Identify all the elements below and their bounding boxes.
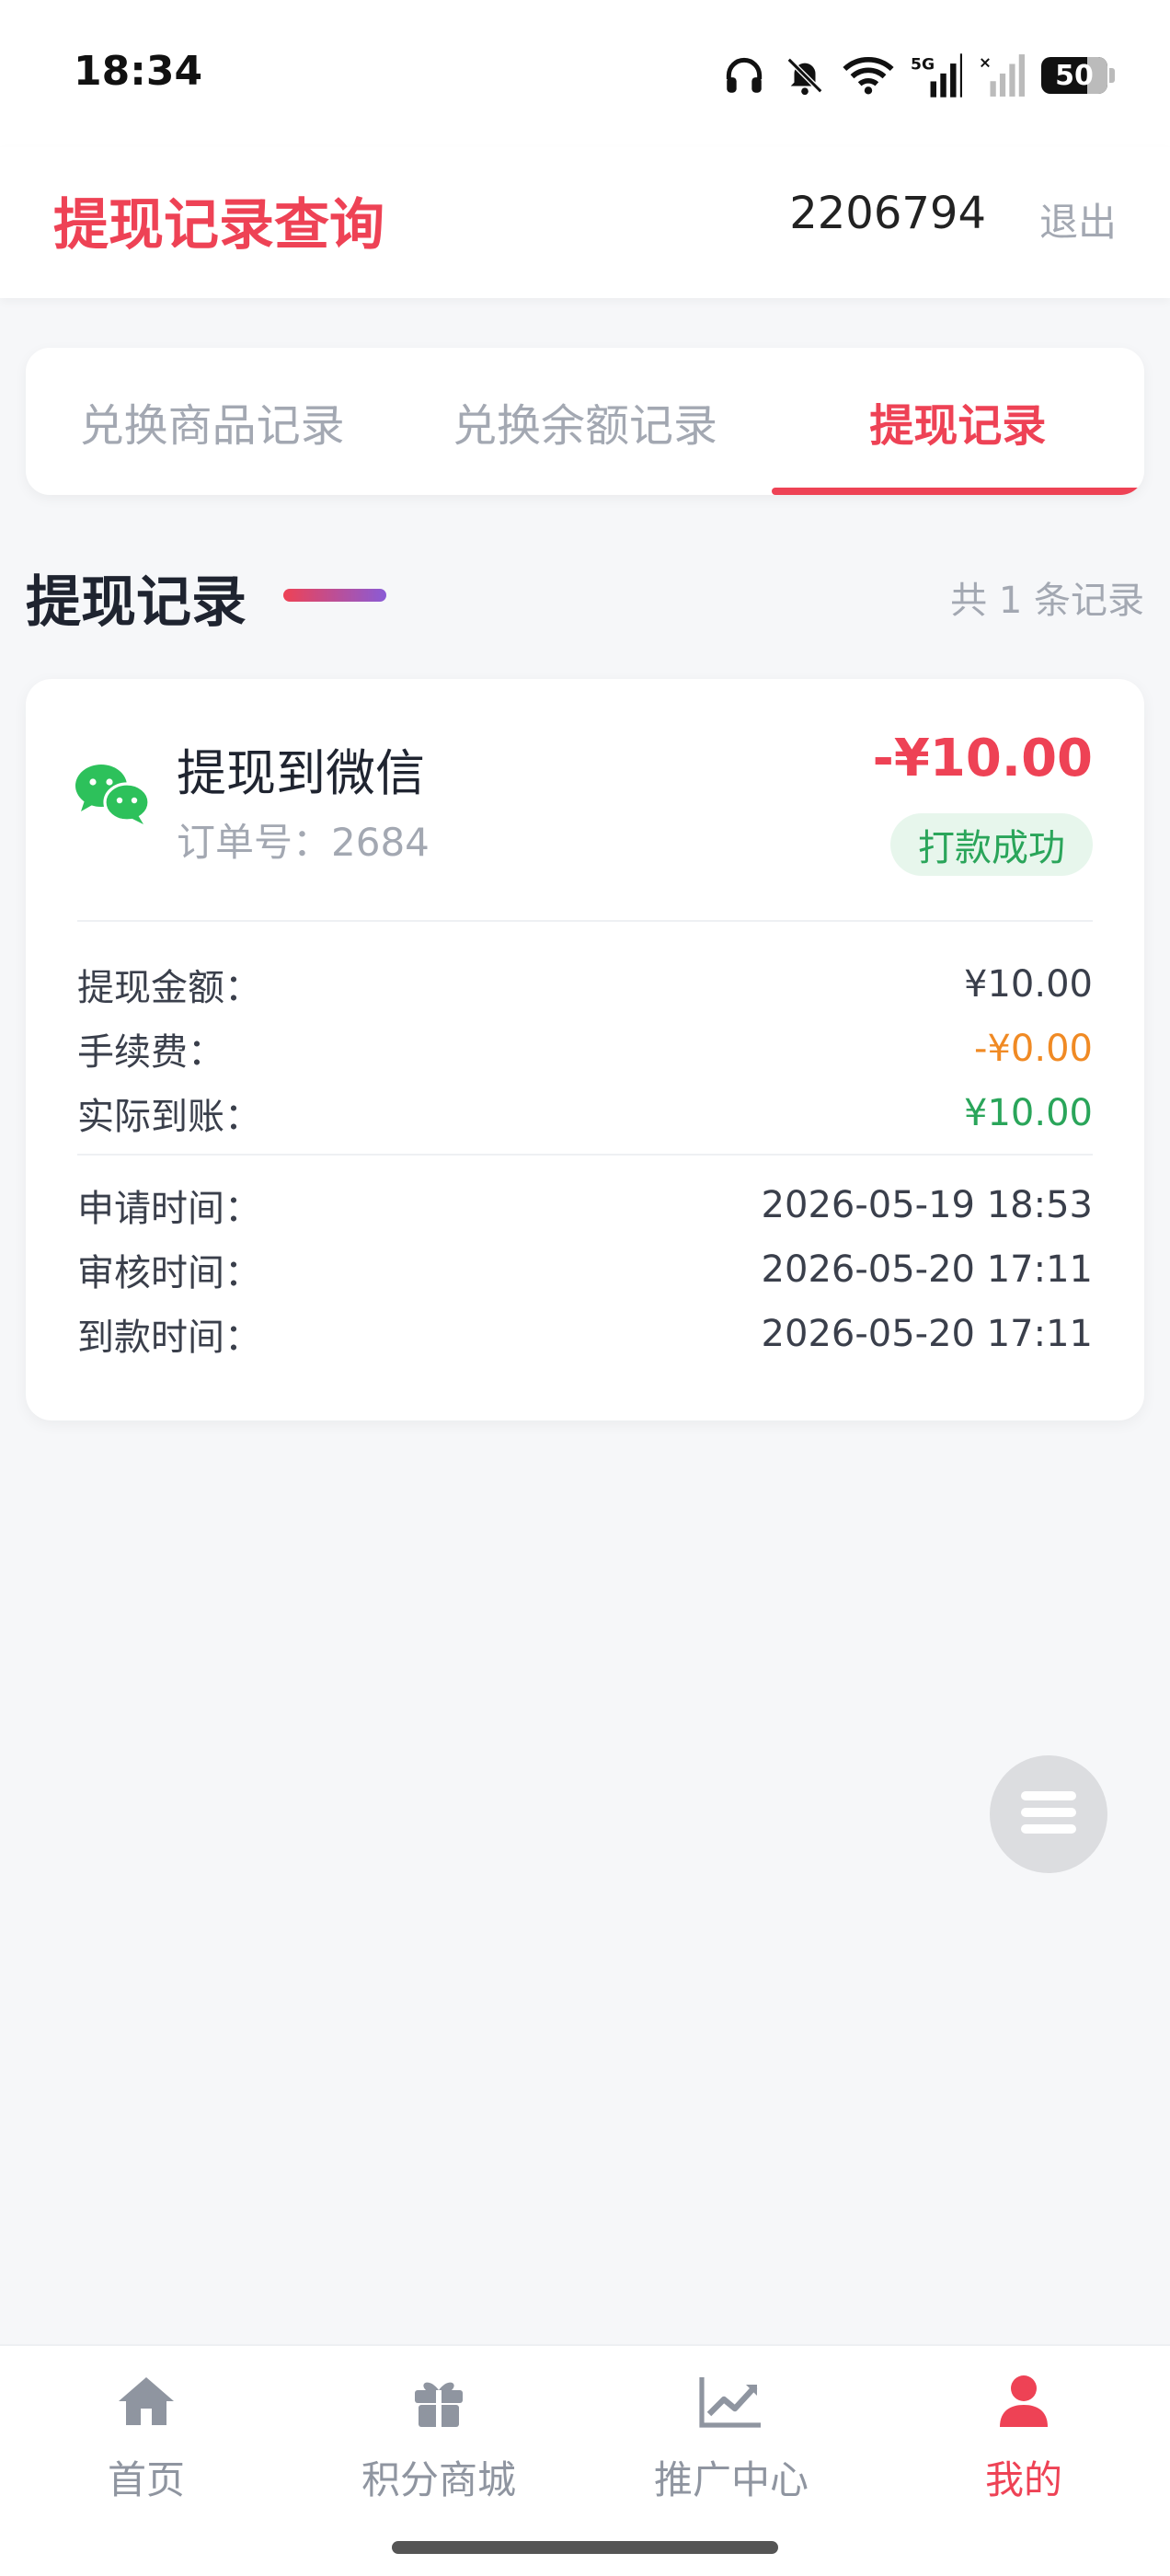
record-title: 提现到微信 bbox=[177, 744, 425, 802]
section-title: 提现记录 bbox=[26, 570, 247, 635]
user-icon bbox=[998, 2374, 1050, 2432]
time-row-reviewed: 审核时间： 2026-05-20 17:11 bbox=[77, 1242, 1093, 1297]
time-label: 审核时间： bbox=[77, 1252, 261, 1294]
floating-menu-button[interactable] bbox=[990, 1755, 1107, 1873]
headphones-icon bbox=[721, 52, 767, 98]
card-divider bbox=[77, 1154, 1093, 1156]
time-value: 2026-05-19 18:53 bbox=[761, 1184, 1093, 1226]
detail-row-withdraw-amount: 提现金额： ¥10.00 bbox=[77, 957, 1093, 1012]
app-header: 提现记录查询 2206794 退出 bbox=[0, 147, 1170, 298]
status-icons: 5G × 50 bbox=[721, 48, 1115, 103]
nav-label: 首页 bbox=[107, 2457, 185, 2502]
detail-row-fee: 手续费： -¥0.00 bbox=[77, 1021, 1093, 1076]
nav-label: 推广中心 bbox=[653, 2457, 809, 2502]
time-label: 申请时间： bbox=[77, 1188, 261, 1230]
nav-label: 我的 bbox=[984, 2457, 1062, 2502]
gift-icon bbox=[411, 2374, 466, 2432]
record-amount: -¥10.00 bbox=[872, 729, 1093, 788]
network-label-5g: 5G bbox=[911, 56, 935, 75]
detail-label: 实际到账： bbox=[77, 1096, 261, 1138]
tab-exchange-balance[interactable]: 兑换余额记录 bbox=[398, 348, 771, 495]
detail-label: 手续费： bbox=[77, 1031, 224, 1074]
chart-line-icon bbox=[698, 2374, 764, 2432]
logout-button[interactable]: 退出 bbox=[1039, 191, 1117, 247]
wifi-icon bbox=[843, 55, 894, 96]
detail-value: ¥10.00 bbox=[964, 1092, 1093, 1134]
nav-mine[interactable]: 我的 bbox=[878, 2346, 1170, 2576]
menu-icon bbox=[1021, 1789, 1076, 1839]
signal-off-icon: × bbox=[979, 53, 1025, 98]
record-count: 共 1 条记录 bbox=[950, 580, 1144, 622]
tab-withdrawal[interactable]: 提现记录 bbox=[771, 348, 1144, 495]
battery-icon: 50 bbox=[1041, 57, 1115, 94]
section-accent-bar bbox=[283, 589, 386, 602]
detail-value: ¥10.00 bbox=[964, 963, 1093, 1006]
battery-level: 50 bbox=[1055, 59, 1094, 92]
status-time: 18:34 bbox=[74, 48, 203, 95]
user-id: 2206794 bbox=[789, 188, 986, 239]
time-value: 2026-05-20 17:11 bbox=[761, 1313, 1093, 1355]
nav-home[interactable]: 首页 bbox=[0, 2346, 292, 2576]
nav-label: 积分商城 bbox=[361, 2457, 516, 2502]
wechat-icon bbox=[74, 760, 151, 830]
bell-muted-icon bbox=[784, 54, 826, 97]
home-indicator bbox=[392, 2541, 778, 2554]
detail-row-actual-received: 实际到账： ¥10.00 bbox=[77, 1086, 1093, 1141]
card-divider bbox=[77, 920, 1093, 922]
record-tabs: 兑换商品记录 兑换余额记录 提现记录 bbox=[26, 348, 1144, 495]
svg-text:×: × bbox=[979, 54, 992, 72]
withdrawal-record-card: 提现到微信 订单号：2684 -¥10.00 打款成功 提现金额： ¥10.00… bbox=[26, 679, 1144, 1420]
time-row-paid: 到款时间： 2026-05-20 17:11 bbox=[77, 1306, 1093, 1362]
time-value: 2026-05-20 17:11 bbox=[761, 1248, 1093, 1291]
status-bar: 18:34 5G × 50 bbox=[0, 0, 1170, 147]
page-title: 提现记录查询 bbox=[53, 193, 384, 258]
status-badge: 打款成功 bbox=[890, 813, 1093, 876]
detail-label: 提现金额： bbox=[77, 967, 261, 1009]
signal-5g-icon: 5G bbox=[911, 53, 962, 98]
home-icon bbox=[117, 2374, 176, 2432]
tab-exchange-goods[interactable]: 兑换商品记录 bbox=[26, 348, 398, 495]
section-header: 提现记录 共 1 条记录 bbox=[26, 558, 1144, 635]
detail-value: -¥0.00 bbox=[974, 1028, 1093, 1070]
order-number: 订单号：2684 bbox=[177, 820, 430, 865]
time-row-applied: 申请时间： 2026-05-19 18:53 bbox=[77, 1178, 1093, 1233]
time-label: 到款时间： bbox=[77, 1317, 261, 1359]
